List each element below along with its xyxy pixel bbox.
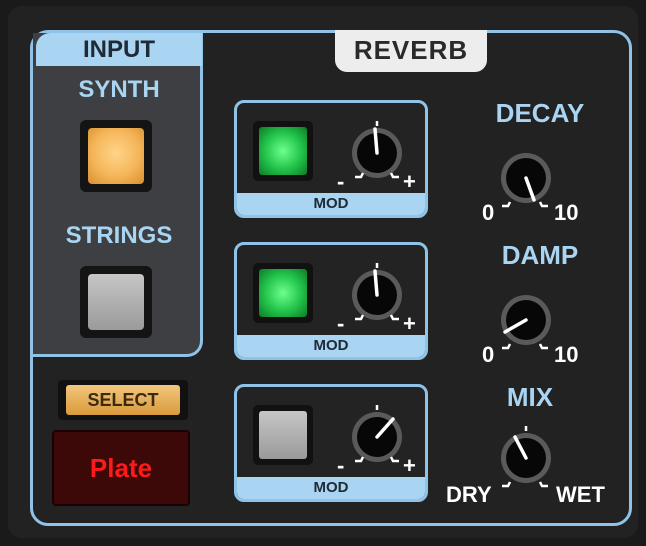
- select-button[interactable]: SELECT: [58, 380, 188, 420]
- mod-1-led: [259, 127, 307, 175]
- synth-button[interactable]: [80, 120, 152, 192]
- reverb-title: REVERB: [335, 30, 487, 72]
- strings-button-light: [88, 274, 144, 330]
- synth-label: SYNTH: [78, 76, 160, 103]
- mod-2-minus: -: [337, 311, 345, 336]
- mix-min: DRY: [446, 482, 492, 507]
- input-tab-label: INPUT: [36, 33, 202, 66]
- mod-2-button[interactable]: [253, 263, 313, 323]
- mod-1-minus: -: [337, 169, 345, 194]
- decay-min: 0: [482, 200, 495, 225]
- decay-max: 10: [554, 200, 579, 225]
- mod-3-led: [259, 411, 307, 459]
- mod-3-minus: -: [337, 453, 345, 478]
- damp-min: 0: [482, 342, 495, 367]
- mix-label: MIX: [506, 382, 554, 412]
- mod-3-button[interactable]: [253, 405, 313, 465]
- mod-2-plus: +: [403, 311, 416, 336]
- decay-label: DECAY: [495, 98, 585, 128]
- mod-row-3: - + MOD: [234, 384, 428, 502]
- mix-max: WET: [556, 482, 605, 507]
- mod-1-label: MOD: [237, 193, 425, 215]
- mod-2-label: MOD: [237, 335, 425, 357]
- mod-2-led: [259, 269, 307, 317]
- reverb-type-display: Plate: [52, 430, 190, 506]
- mod-1-button[interactable]: [253, 121, 313, 181]
- select-button-label: SELECT: [66, 385, 180, 415]
- mod-3-label: MOD: [237, 477, 425, 499]
- mod-row-2: - + MOD: [234, 242, 428, 360]
- damp-label: DAMP: [501, 240, 579, 270]
- strings-label: STRINGS: [65, 222, 173, 249]
- mod-row-1: - + MOD: [234, 100, 428, 218]
- strings-button[interactable]: [80, 266, 152, 338]
- mod-3-plus: +: [403, 453, 416, 478]
- damp-max: 10: [554, 342, 579, 367]
- mod-1-plus: +: [403, 169, 416, 194]
- synth-button-light: [88, 128, 144, 184]
